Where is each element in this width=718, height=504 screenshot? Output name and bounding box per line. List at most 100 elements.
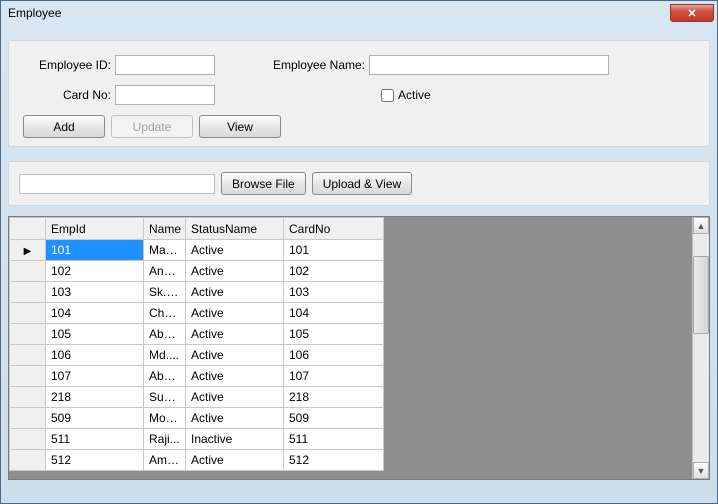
- table-row[interactable]: 106Md....Active106: [10, 345, 384, 366]
- cell-name[interactable]: Raji...: [144, 429, 186, 450]
- cell-cardno[interactable]: 511: [284, 429, 384, 450]
- title-bar: Employee ✕: [2, 2, 716, 24]
- scroll-up-arrow-icon[interactable]: ▲: [693, 217, 709, 234]
- cell-name[interactable]: Ano...: [144, 261, 186, 282]
- table-row[interactable]: 218Sum...Active218: [10, 387, 384, 408]
- cell-name[interactable]: Moh...: [144, 408, 186, 429]
- view-button[interactable]: View: [199, 115, 281, 138]
- grid-corner-header[interactable]: [10, 218, 46, 240]
- row-header[interactable]: [10, 429, 46, 450]
- row-header[interactable]: [10, 282, 46, 303]
- cell-cardno[interactable]: 218: [284, 387, 384, 408]
- cell-empid[interactable]: 102: [46, 261, 144, 282]
- cell-empid[interactable]: 512: [46, 450, 144, 471]
- employee-name-input[interactable]: [369, 55, 609, 75]
- close-button[interactable]: ✕: [670, 4, 714, 22]
- cell-empid[interactable]: 218: [46, 387, 144, 408]
- table-row[interactable]: 103Sk.A...Active103: [10, 282, 384, 303]
- cell-empid[interactable]: 509: [46, 408, 144, 429]
- cell-empid[interactable]: 103: [46, 282, 144, 303]
- table-row[interactable]: 102Ano...Active102: [10, 261, 384, 282]
- row-header[interactable]: [10, 366, 46, 387]
- row-header[interactable]: [10, 303, 46, 324]
- employee-id-input[interactable]: [115, 55, 215, 75]
- cell-cardno[interactable]: 509: [284, 408, 384, 429]
- close-icon: ✕: [687, 7, 696, 20]
- add-button[interactable]: Add: [23, 115, 105, 138]
- upload-panel: Browse File Upload & View: [8, 161, 710, 206]
- row-header[interactable]: [10, 408, 46, 429]
- cell-cardno[interactable]: 103: [284, 282, 384, 303]
- upload-view-button[interactable]: Upload & View: [312, 172, 413, 195]
- table-row[interactable]: 509Moh...Active509: [10, 408, 384, 429]
- cell-cardno[interactable]: 107: [284, 366, 384, 387]
- row-header[interactable]: [10, 387, 46, 408]
- active-checkbox[interactable]: [381, 89, 394, 102]
- header-name[interactable]: Name: [144, 218, 186, 240]
- cell-status[interactable]: Active: [186, 282, 284, 303]
- cell-empid[interactable]: 104: [46, 303, 144, 324]
- cell-name[interactable]: Cha...: [144, 303, 186, 324]
- window-title: Employee: [8, 6, 670, 20]
- scroll-track[interactable]: [693, 234, 709, 462]
- cell-status[interactable]: Active: [186, 240, 284, 261]
- cell-empid[interactable]: 105: [46, 324, 144, 345]
- cell-status[interactable]: Active: [186, 366, 284, 387]
- cell-cardno[interactable]: 102: [284, 261, 384, 282]
- table-row[interactable]: 105Abd....Active105: [10, 324, 384, 345]
- employee-id-label: Employee ID:: [23, 58, 111, 72]
- table-row[interactable]: 511Raji...Inactive511: [10, 429, 384, 450]
- cell-name[interactable]: Sum...: [144, 387, 186, 408]
- scroll-thumb[interactable]: [693, 256, 709, 334]
- active-checkbox-wrap[interactable]: Active: [377, 86, 431, 105]
- table-row[interactable]: 107Abd...Active107: [10, 366, 384, 387]
- cell-cardno[interactable]: 104: [284, 303, 384, 324]
- grid-container: EmpId Name StatusName CardNo ▶101Mam...A…: [8, 216, 710, 480]
- employee-grid[interactable]: EmpId Name StatusName CardNo ▶101Mam...A…: [9, 217, 384, 471]
- cell-name[interactable]: Abd...: [144, 366, 186, 387]
- cell-empid[interactable]: 107: [46, 366, 144, 387]
- active-label: Active: [398, 88, 431, 102]
- cell-name[interactable]: Md....: [144, 345, 186, 366]
- cell-name[interactable]: Amz...: [144, 450, 186, 471]
- cell-status[interactable]: Active: [186, 450, 284, 471]
- header-cardno[interactable]: CardNo: [284, 218, 384, 240]
- card-no-input[interactable]: [115, 85, 215, 105]
- cell-status[interactable]: Active: [186, 387, 284, 408]
- row-header[interactable]: [10, 450, 46, 471]
- table-row[interactable]: 512Amz...Active512: [10, 450, 384, 471]
- cell-cardno[interactable]: 105: [284, 324, 384, 345]
- vertical-scrollbar[interactable]: ▲ ▼: [692, 217, 709, 479]
- cell-cardno[interactable]: 101: [284, 240, 384, 261]
- cell-status[interactable]: Active: [186, 324, 284, 345]
- cell-status[interactable]: Inactive: [186, 429, 284, 450]
- cell-cardno[interactable]: 106: [284, 345, 384, 366]
- cell-empid[interactable]: 101: [46, 240, 144, 261]
- card-no-label: Card No:: [23, 88, 111, 102]
- table-row[interactable]: 104Cha...Active104: [10, 303, 384, 324]
- cell-name[interactable]: Abd....: [144, 324, 186, 345]
- grid-header-row: EmpId Name StatusName CardNo: [10, 218, 384, 240]
- cell-name[interactable]: Sk.A...: [144, 282, 186, 303]
- row-header[interactable]: [10, 324, 46, 345]
- grid-scroll[interactable]: EmpId Name StatusName CardNo ▶101Mam...A…: [9, 217, 692, 479]
- row-header[interactable]: [10, 345, 46, 366]
- cell-status[interactable]: Active: [186, 345, 284, 366]
- cell-cardno[interactable]: 512: [284, 450, 384, 471]
- header-empid[interactable]: EmpId: [46, 218, 144, 240]
- client-area: Employee ID: Employee Name: Card No: Act…: [2, 24, 716, 486]
- cell-empid[interactable]: 106: [46, 345, 144, 366]
- cell-status[interactable]: Active: [186, 303, 284, 324]
- employee-name-label: Employee Name:: [269, 58, 365, 72]
- row-header[interactable]: [10, 261, 46, 282]
- scroll-down-arrow-icon[interactable]: ▼: [693, 462, 709, 479]
- file-path-box: [19, 174, 215, 194]
- cell-name[interactable]: Mam...: [144, 240, 186, 261]
- table-row[interactable]: ▶101Mam...Active101: [10, 240, 384, 261]
- row-header[interactable]: ▶: [10, 240, 46, 261]
- header-status[interactable]: StatusName: [186, 218, 284, 240]
- cell-status[interactable]: Active: [186, 261, 284, 282]
- cell-status[interactable]: Active: [186, 408, 284, 429]
- cell-empid[interactable]: 511: [46, 429, 144, 450]
- browse-file-button[interactable]: Browse File: [221, 172, 306, 195]
